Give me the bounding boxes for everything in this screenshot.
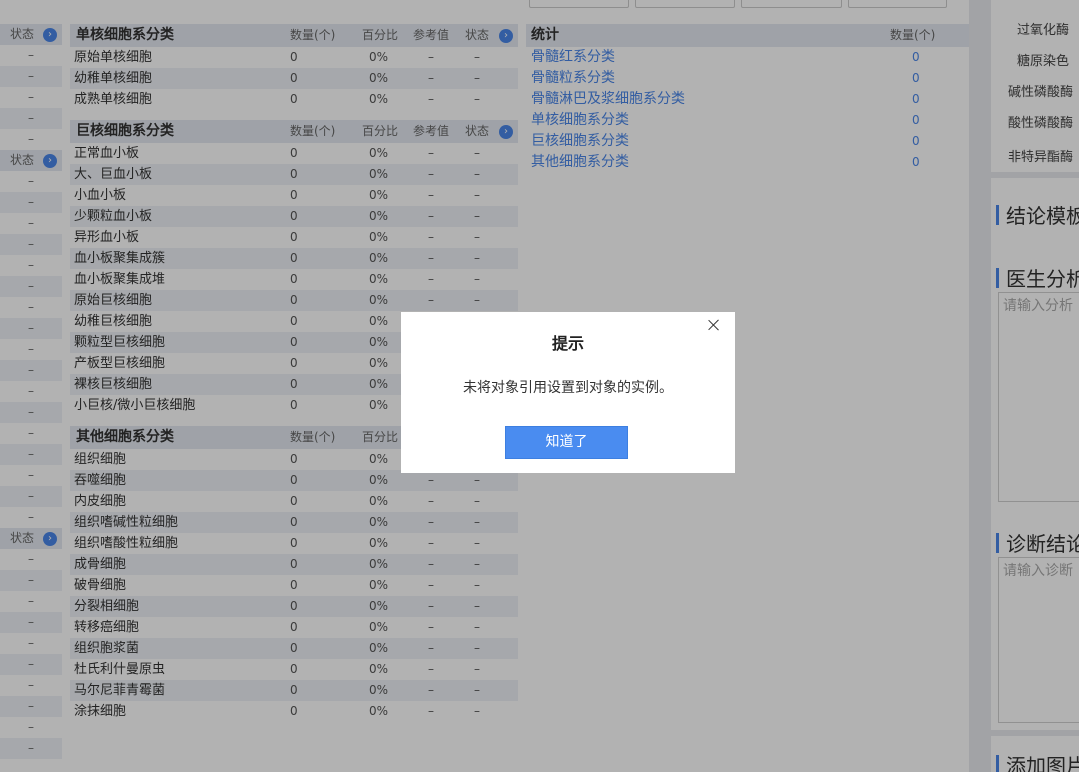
close-icon[interactable] <box>706 317 722 333</box>
ok-button[interactable]: 知道了 <box>505 426 628 459</box>
alert-dialog: 提示 未将对象引用设置到对象的实例。 知道了 <box>401 312 735 473</box>
dialog-title: 提示 <box>551 334 584 353</box>
dialog-message: 未将对象引用设置到对象的实例。 <box>463 380 673 396</box>
